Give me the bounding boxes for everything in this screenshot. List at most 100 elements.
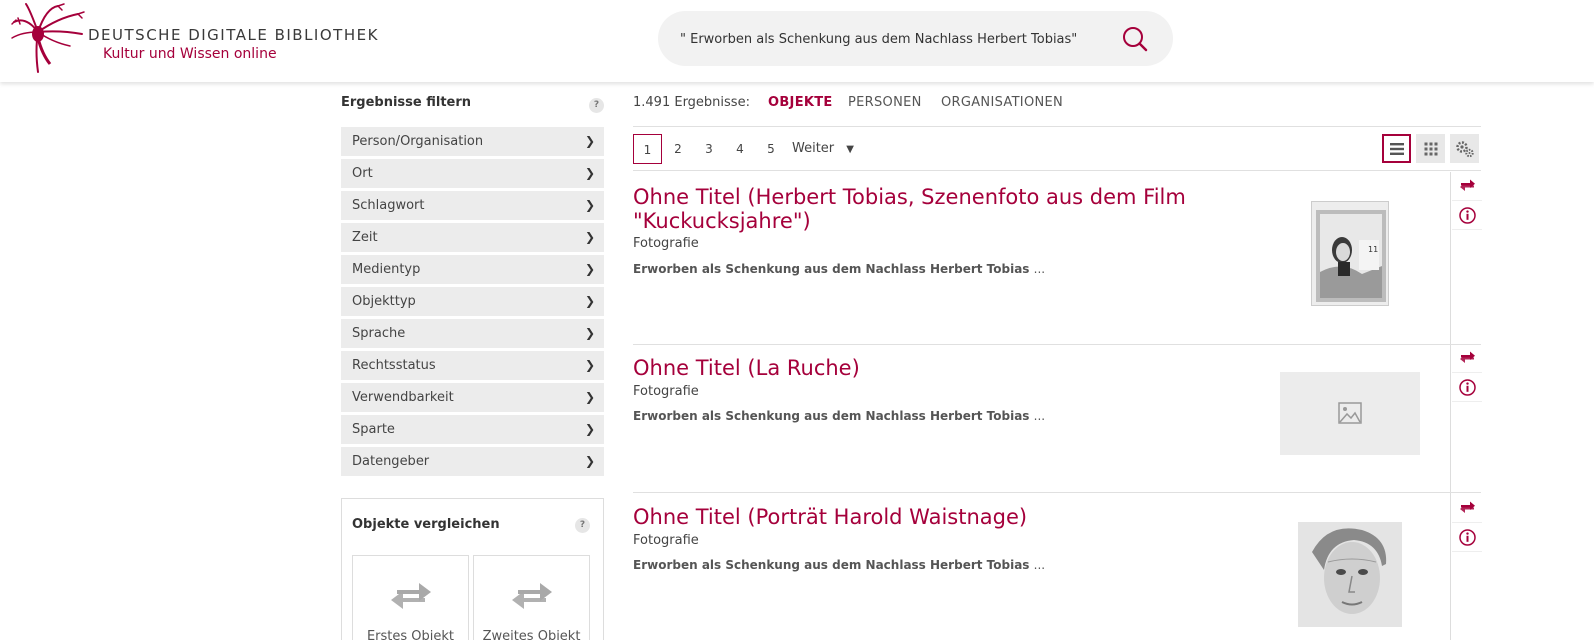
facet-sprache[interactable]: Sprache ❯ [341,319,604,348]
facet-zeit[interactable]: Zeit ❯ [341,223,604,252]
facet-sparte[interactable]: Sparte ❯ [341,415,604,444]
grid-view-button[interactable] [1416,134,1445,163]
ellipsis: ... [1033,262,1046,276]
compare-arrows-icon [1460,351,1475,363]
result-count: 1.491 Ergebnisse: [633,95,750,110]
facet-label: Schlagwort [352,198,425,213]
ellipsis: ... [1033,409,1046,423]
info-action-1[interactable] [1452,201,1482,230]
facet-person-organisation[interactable]: Person/Organisation ❯ [341,127,604,156]
chevron-right-icon: ❯ [584,166,595,180]
result-desc-3: Erworben als Schenkung aus dem Nachlass … [633,558,1045,572]
facet-rechtsstatus[interactable]: Rechtsstatus ❯ [341,351,604,380]
result-desc-2: Erworben als Schenkung aus dem Nachlass … [633,409,1045,423]
filter-title: Ergebnisse filtern [341,95,472,110]
chevron-right-icon: ❯ [584,422,595,436]
facet-label: Datengeber [352,454,430,469]
divider [633,492,1481,493]
search-box [658,11,1173,66]
compare-slot-second-label: Zweites Objekt [482,629,581,640]
search-input[interactable] [680,27,1100,51]
facet-schlagwort[interactable]: Schlagwort ❯ [341,191,604,220]
gears-icon [1455,140,1474,157]
compare-action-2[interactable] [1452,344,1482,373]
info-icon [1459,207,1476,224]
list-view-button[interactable] [1382,134,1411,163]
facet-objekttyp[interactable]: Objekttyp ❯ [341,287,604,316]
facet-label: Zeit [352,230,378,245]
facet-label: Medientyp [352,262,421,277]
facet-label: Person/Organisation [352,134,484,149]
facet-label: Verwendbarkeit [352,390,454,405]
result-thumbnail-3[interactable] [1298,522,1402,627]
result-desc-text: Erworben als Schenkung aus dem Nachlass … [633,558,1030,572]
result-title-1[interactable]: Ohne Titel (Herbert Tobias, Szenenfoto a… [633,185,1193,233]
tab-organisationen[interactable]: ORGANISATIONEN [941,95,1063,110]
chevron-right-icon: ❯ [584,262,595,276]
tab-objekte[interactable]: OBJEKTE [768,95,833,110]
info-action-3[interactable] [1452,523,1482,552]
facet-label: Sparte [352,422,395,437]
compare-slot-first-label: Erstes Objekt [366,629,455,640]
result-type-2: Fotografie [633,384,699,399]
result-desc-text: Erworben als Schenkung aus dem Nachlass … [633,409,1030,423]
page-3-button[interactable]: 3 [697,134,721,164]
search-button[interactable] [1120,24,1150,54]
divider [633,126,1481,127]
facet-medientyp[interactable]: Medientyp ❯ [341,255,604,284]
chevron-right-icon: ❯ [584,454,595,468]
result-thumbnail-2[interactable] [1280,372,1420,455]
filter-help-icon[interactable]: ? [589,98,604,113]
result-type-1: Fotografie [633,236,699,251]
chevron-right-icon: ❯ [584,230,595,244]
info-icon [1459,379,1476,396]
divider [633,170,1481,171]
compare-slot-second[interactable]: Zweites Objekt [473,555,590,640]
chevron-right-icon: ❯ [584,198,595,212]
compare-slot-first[interactable]: Erstes Objekt [352,555,469,640]
chevron-right-icon: ❯ [584,294,595,308]
image-placeholder-icon [1338,402,1362,424]
compare-help-icon[interactable]: ? [575,518,590,533]
info-action-2[interactable] [1452,373,1482,402]
photo-thumbnail-icon: 11 [1312,202,1388,305]
portrait-photo-icon [1298,522,1402,627]
facet-list: Person/Organisation ❯ Ort ❯ Schlagwort ❯ Ze… [341,127,604,479]
result-title-2[interactable]: Ohne Titel (La Ruche) [633,356,1193,380]
compare-action-1[interactable] [1452,172,1482,201]
list-view-icon [1389,142,1404,155]
facet-ort[interactable]: Ort ❯ [341,159,604,188]
compare-arrows-icon [390,583,431,609]
site-header: DEUTSCHE DIGITALE BIBLIOTHEK Kultur und … [0,0,1594,82]
compare-panel: Objekte vergleichen ? Erstes Objekt Zwei… [341,498,604,640]
action-column-divider [1450,172,1451,640]
result-type-3: Fotografie [633,533,699,548]
compare-title: Objekte vergleichen [352,517,500,532]
divider [633,344,1481,345]
dandelion-logo-icon [11,3,85,73]
chevron-down-icon: ▼ [846,144,854,155]
chevron-right-icon: ❯ [584,358,595,372]
next-page-select[interactable]: Weiter ▼ [792,134,854,164]
compare-arrows-icon [511,583,552,609]
page-5-button[interactable]: 5 [759,134,783,164]
ddb-logo[interactable]: DEUTSCHE DIGITALE BIBLIOTHEK Kultur und … [8,2,377,76]
page-2-button[interactable]: 2 [666,134,690,164]
logo-title: DEUTSCHE DIGITALE BIBLIOTHEK [88,26,379,44]
compare-action-3[interactable] [1452,494,1482,523]
facet-label: Rechtsstatus [352,358,436,373]
result-thumbnail-1[interactable]: 11 [1311,201,1389,306]
tab-personen[interactable]: PERSONEN [848,95,922,110]
svg-text:11: 11 [1368,245,1378,254]
facet-label: Sprache [352,326,406,341]
compare-arrows-icon [1460,179,1475,191]
facet-label: Ort [352,166,373,181]
ellipsis: ... [1033,558,1046,572]
settings-button[interactable] [1450,134,1479,163]
facet-datengeber[interactable]: Datengeber ❯ [341,447,604,476]
result-desc-text: Erworben als Schenkung aus dem Nachlass … [633,262,1030,276]
page-4-button[interactable]: 4 [728,134,752,164]
page-1-button[interactable]: 1 [633,134,662,164]
facet-verwendbarkeit[interactable]: Verwendbarkeit ❯ [341,383,604,412]
result-title-3[interactable]: Ohne Titel (Porträt Harold Waistnage) [633,505,1193,529]
